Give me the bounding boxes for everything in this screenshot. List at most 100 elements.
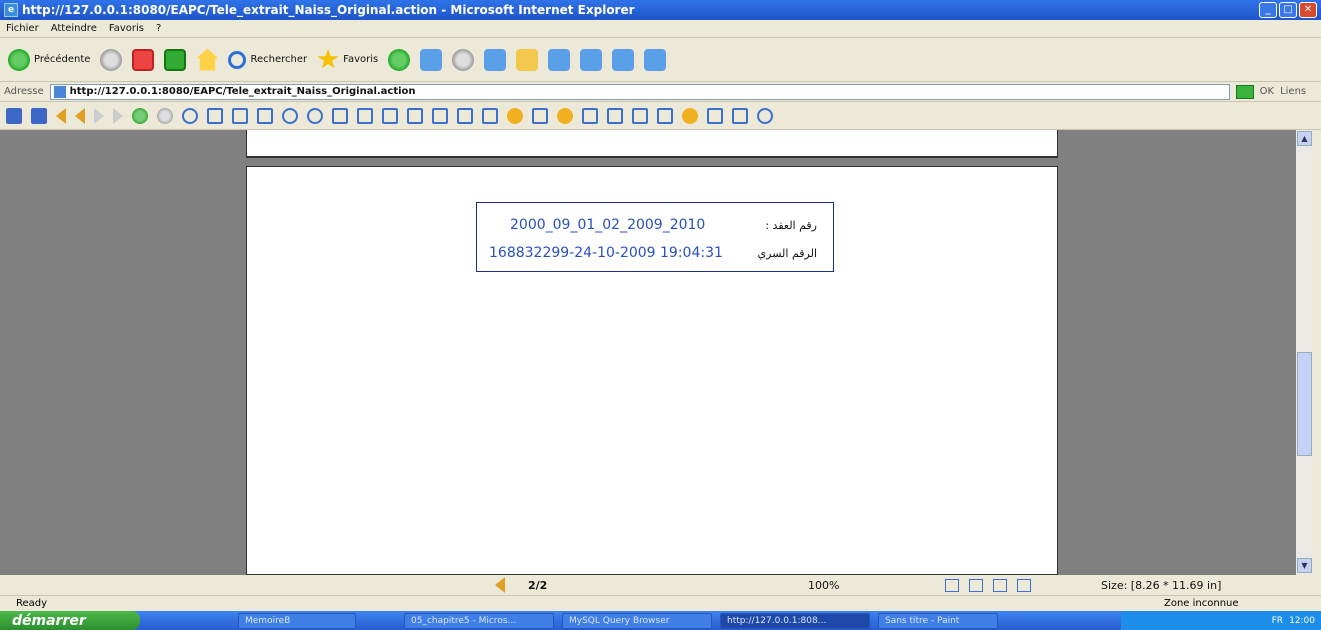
home-icon[interactable]: [196, 48, 219, 71]
print-icon[interactable]: [452, 48, 475, 71]
actual-size-icon[interactable]: [207, 107, 223, 124]
address-url: http://127.0.0.1:8080/EAPC/Tele_extrait_…: [69, 86, 416, 97]
favorites-star-icon: [317, 48, 339, 69]
system-tray: FR 12:00: [1121, 611, 1321, 630]
refresh-icon[interactable]: [164, 48, 187, 71]
pencil-icon[interactable]: [682, 107, 698, 124]
go-back-icon[interactable]: [132, 107, 148, 124]
title-bar[interactable]: e http://127.0.0.1:8080/EAPC/Tele_extrai…: [0, 0, 1321, 20]
page-indicator[interactable]: 2/2: [528, 579, 547, 592]
save-icon[interactable]: [6, 107, 22, 124]
language-indicator[interactable]: FR: [1272, 616, 1283, 626]
select-tool-icon[interactable]: [407, 107, 423, 124]
note-icon[interactable]: [532, 107, 548, 124]
fit-width-icon[interactable]: [257, 107, 273, 124]
task-ie[interactable]: http://127.0.0.1:808...: [720, 612, 870, 629]
pointer-icon[interactable]: [507, 107, 523, 124]
start-button[interactable]: démarrer: [0, 611, 140, 630]
hand-tool-icon[interactable]: [382, 107, 398, 124]
scroll-up-arrow[interactable]: ▲: [1297, 131, 1312, 146]
line-tool-icon[interactable]: [607, 107, 623, 124]
report-viewer-toolbar: [0, 102, 1321, 130]
go-arrow-icon[interactable]: [1235, 84, 1254, 99]
arrow-tool-icon[interactable]: [707, 107, 723, 124]
edit-icon[interactable]: [484, 48, 507, 71]
zoom-plus-icon[interactable]: [307, 107, 323, 124]
rotate-right-icon[interactable]: [357, 107, 373, 124]
search-icon: [228, 50, 247, 69]
zoom-out-icon[interactable]: [282, 107, 298, 124]
task-memoireb[interactable]: MemoireB: [238, 612, 356, 629]
scroll-down-arrow[interactable]: ▼: [1297, 558, 1312, 573]
back-label: Précédente: [34, 54, 91, 65]
text-tool-icon[interactable]: [457, 107, 473, 124]
close-button[interactable]: ✕: [1299, 2, 1317, 18]
msn-icon[interactable]: [644, 48, 667, 71]
page-icon: [53, 85, 66, 98]
menu-favoris[interactable]: Favoris: [109, 23, 144, 34]
favorites-button[interactable]: Favoris: [317, 48, 378, 71]
task-word[interactable]: 05_chapitre5 - Micros...: [404, 612, 554, 629]
zoom-select[interactable]: 100%: [808, 579, 839, 592]
status-bar: Ready Zone inconnue: [0, 595, 1321, 611]
back-arrow-icon: [8, 48, 30, 71]
find-icon[interactable]: [432, 107, 448, 124]
clock: 12:00: [1289, 615, 1315, 626]
rectangle-tool-icon[interactable]: [657, 107, 673, 124]
stop-icon[interactable]: [132, 48, 155, 71]
viewer-nav-bar: 2/2 100% Size: [8.26 * 11.69 in]: [0, 575, 1311, 595]
textbox-icon[interactable]: [582, 107, 598, 124]
stamp-icon[interactable]: [557, 107, 573, 124]
ie-icon: e: [4, 3, 18, 17]
scroll-thumb[interactable]: [1297, 352, 1312, 456]
folder-icon[interactable]: [516, 48, 539, 71]
text-annotation-icon[interactable]: [732, 107, 748, 124]
back-button[interactable]: Précédente: [8, 48, 91, 71]
continuous-view-icon[interactable]: [969, 578, 983, 592]
next-page-icon[interactable]: [94, 107, 104, 124]
secret-number-value: 168832299-24-10-2009 19:04:31: [489, 245, 723, 261]
zone-text: Zone inconnue: [1164, 598, 1239, 609]
document-page: 2000_09_01_02_2009_2010 رقم العقد : 1688…: [246, 166, 1058, 575]
page-size: Size: [8.26 * 11.69 in]: [1101, 578, 1222, 592]
zoom-in-icon[interactable]: [182, 107, 198, 124]
vertical-scrollbar[interactable]: ▲ ▼: [1296, 130, 1313, 575]
menu-help[interactable]: ?: [156, 23, 161, 34]
task-mysql[interactable]: MySQL Query Browser: [562, 612, 712, 629]
single-page-view-icon[interactable]: [945, 578, 959, 592]
nav-first-icon[interactable]: [495, 577, 505, 593]
facing-view-icon[interactable]: [993, 578, 1007, 592]
info-icon[interactable]: [757, 107, 773, 124]
fit-page-icon[interactable]: [232, 107, 248, 124]
forward-icon[interactable]: [100, 48, 123, 71]
contract-number-value: 2000_09_01_02_2009_2010: [510, 217, 706, 233]
book-view-icon[interactable]: [1017, 578, 1031, 592]
go-label[interactable]: OK: [1260, 86, 1274, 97]
links-label[interactable]: Liens: [1280, 86, 1306, 97]
image-tool-icon[interactable]: [482, 107, 498, 124]
history-icon[interactable]: [388, 48, 411, 71]
last-page-icon[interactable]: [113, 107, 123, 124]
bluetooth-icon[interactable]: [612, 48, 635, 71]
address-input[interactable]: http://127.0.0.1:8080/EAPC/Tele_extrait_…: [49, 83, 1230, 100]
status-text: Ready: [16, 598, 48, 609]
first-page-icon[interactable]: [56, 107, 66, 124]
menu-fichier[interactable]: Fichier: [6, 23, 39, 34]
maximize-button[interactable]: □: [1279, 2, 1297, 18]
contract-number-label: رقم العقد :: [765, 218, 817, 232]
previous-page-bottom: [246, 130, 1058, 158]
shape-tool-icon[interactable]: [632, 107, 648, 124]
menu-atteindre[interactable]: Atteindre: [51, 23, 97, 34]
address-bar: Adresse http://127.0.0.1:8080/EAPC/Tele_…: [0, 82, 1321, 102]
previous-page-icon[interactable]: [75, 107, 85, 124]
task-paint[interactable]: Sans titre - Paint: [878, 612, 998, 629]
minimize-button[interactable]: _: [1259, 2, 1277, 18]
go-forward-icon[interactable]: [157, 107, 173, 124]
mail-icon[interactable]: [420, 48, 443, 71]
search-button[interactable]: Rechercher: [228, 50, 307, 69]
print-icon[interactable]: [31, 107, 47, 124]
document-viewport[interactable]: 2000_09_01_02_2009_2010 رقم العقد : 1688…: [0, 130, 1311, 575]
messenger-icon[interactable]: [548, 48, 571, 71]
research-icon[interactable]: [580, 48, 603, 71]
rotate-left-icon[interactable]: [332, 107, 348, 124]
